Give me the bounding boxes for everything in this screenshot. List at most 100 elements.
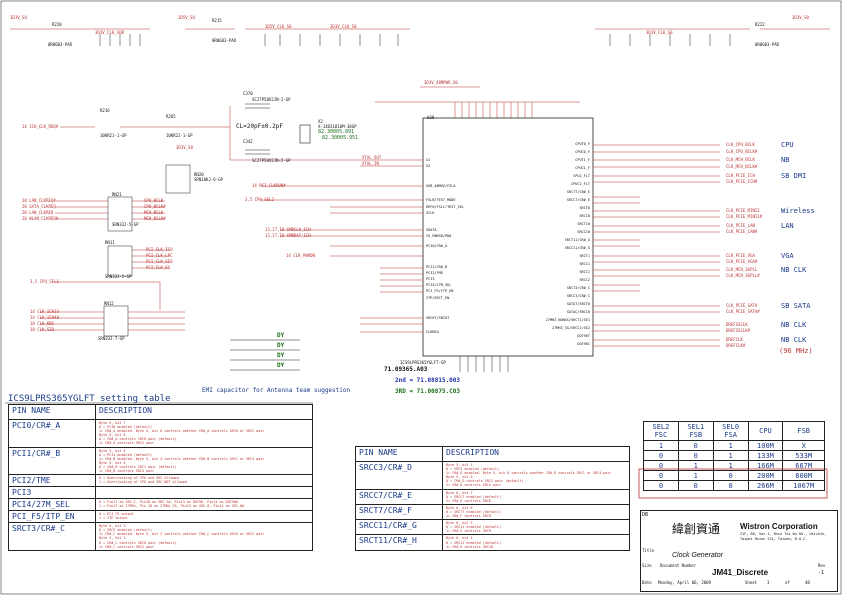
vcc-label: 3D3V_S0 bbox=[176, 145, 193, 150]
right-net-label: CLK_PCIE_ICH# bbox=[726, 179, 758, 184]
ic-pin-label: PCI4/27M_SEL bbox=[426, 283, 452, 287]
bead-2: 0R0603-PAD bbox=[212, 38, 237, 43]
clk-req-3: 20 LAN_CLKREQ bbox=[22, 210, 54, 215]
xtal-out: XTAL_OUT bbox=[362, 155, 382, 160]
ic-third-source: 3RD = 71.00875.C03 bbox=[395, 388, 461, 395]
ic-pin-label: SATAC/SRCC0 bbox=[566, 310, 590, 314]
rn21-net-2: CPU_BCLK# bbox=[144, 204, 166, 209]
pin-name: PCI4/27M_SEL bbox=[8, 498, 96, 512]
ic-pin-label: SRCC1 bbox=[579, 262, 590, 266]
pin-table-row: PCI3 bbox=[8, 486, 313, 500]
ref-rn21: RN21 bbox=[112, 192, 122, 197]
pin-description bbox=[95, 486, 313, 500]
sheet-label: Sheet bbox=[745, 580, 758, 585]
rn21-value: SRN33J-5-GP bbox=[112, 222, 139, 227]
ich-clk-req: 14 ICH_CLK_REQ# bbox=[22, 124, 59, 129]
ic-pin-label: CK_PWRGD/PD# bbox=[426, 234, 452, 238]
ic-pin-label: SRCC2 bbox=[579, 278, 590, 282]
fs-cell: 0 bbox=[643, 460, 679, 471]
size-label: Size bbox=[642, 563, 652, 568]
rn12-net-2: 14 CLK_ICH48 bbox=[30, 315, 59, 320]
ic-pin-label: SRCC3/CR#_C bbox=[566, 294, 590, 298]
fs-row: 0 0 1 133M 533M bbox=[643, 450, 825, 461]
dy-3: DY bbox=[277, 352, 285, 359]
pin-description: Byte 6, bit 6 0 = SRCT7 enabled (default… bbox=[442, 503, 630, 521]
net-3d3v-clk-sub: 3D3V_CLK_SUB bbox=[95, 30, 124, 35]
fs-cell: 800M bbox=[782, 470, 825, 481]
fs-header-line: SEL1 bbox=[687, 423, 705, 431]
rn11-net-1: PCI_CLK_ICH bbox=[146, 247, 173, 252]
ic-ref: U38 bbox=[427, 115, 435, 120]
pin-description: Byte 5, bit 3 0 = SRC3 enabled (default)… bbox=[95, 522, 313, 551]
net-destination: NB CLK bbox=[781, 266, 807, 274]
fs-row: 1 0 1 100M X bbox=[643, 440, 825, 451]
date-value: Monday, April 06, 2009 bbox=[658, 580, 711, 585]
ic-pin-label: X1 bbox=[426, 158, 431, 162]
sheet-of: of bbox=[785, 580, 790, 585]
right-net-label: CLK_PCIE_ICH bbox=[726, 173, 755, 178]
pin-table-row: SRCT7/CR#_F Byte 6, bit 6 0 = SRCT7 enabl… bbox=[355, 503, 630, 521]
schematic-sheet: 3D3V_S0 1D5V_S0 3D3V_S0 R220 R215 R222 0… bbox=[0, 0, 842, 595]
fs-cell: 0 bbox=[677, 440, 714, 451]
net-destination: (96 MHz) bbox=[779, 347, 813, 355]
fs-row: 0 1 0 200M 800M bbox=[643, 470, 825, 481]
crystal-pn2: 82.30005.951 bbox=[322, 135, 359, 141]
pin-name: SRCT11/CR#_H bbox=[355, 534, 443, 551]
right-net-label: CLK_MCH_3GPLL bbox=[726, 267, 758, 272]
pin-table-row: PCI2/TME 0 = Overclocking of CPU and SRC … bbox=[8, 474, 313, 488]
right-net-label: CLK_PCIE_VGA# bbox=[726, 259, 758, 264]
sheet-title: Clock Generator bbox=[672, 552, 723, 559]
net-destination: NB CLK bbox=[781, 321, 807, 329]
doc-number-label: Document Number bbox=[660, 563, 697, 568]
cpu-sel2: 3,5 CPU_SEL2 bbox=[245, 197, 274, 202]
smb-clk: 13,17,18 SMBCLK_ICH bbox=[265, 227, 311, 232]
pin-name: SRCT3/CR#_C bbox=[8, 522, 96, 551]
fs-cell: 0 bbox=[712, 470, 749, 481]
dy-4: DY bbox=[277, 362, 285, 369]
ic-pin-label: PCI_F5/ITP_EN bbox=[426, 289, 454, 293]
fs-header-line: FSB bbox=[689, 431, 703, 439]
ic-pin-label: SDATA bbox=[426, 228, 437, 232]
rn21-net-1: CPU_BCLK bbox=[144, 198, 164, 203]
clk-req-2: 20 SATA_CLKREQ bbox=[22, 204, 56, 209]
pin-name: PCI_F5/ITP_EN bbox=[8, 510, 96, 524]
pin-name: SRCC11/CR#_G bbox=[355, 519, 443, 536]
pin-name: SRCT7/CR#_F bbox=[355, 503, 443, 521]
fs-select-table: SEL2 FSC SEL1 FSB SEL0 FSA CPU FSB 1 0 1 100M X 0 0 1 1… bbox=[643, 421, 825, 491]
pin-table-row: PCI0/CR#_A Byte 5, bit 7 0 = PCI0 enabled… bbox=[8, 419, 313, 448]
fs-cell: 1067M bbox=[782, 480, 825, 491]
net-destination: NB CLK bbox=[781, 336, 807, 344]
smb-dat: 13,17,18 SMBDAT_ICH bbox=[265, 233, 311, 238]
ic-part: ICS9LPRS365YGLFT-GP bbox=[400, 360, 446, 365]
title-block-code: DB bbox=[642, 512, 649, 518]
pin-table-row: SRCC7/CR#_E Byte 6, bit 7 0 = SRCC7 enabl… bbox=[355, 488, 630, 505]
fs-cell: 0 bbox=[643, 470, 679, 481]
pin-description: 0 = Overclocking of CPU and SRC Allowed … bbox=[95, 474, 313, 488]
clk-pwrdn: 14 CLK_PWRDN bbox=[286, 253, 315, 258]
fs-cell: 0 bbox=[712, 480, 749, 491]
pin-table-row: PCI1/CR#_B Byte 5, bit 5 0 = PCI1 enabled… bbox=[8, 446, 313, 476]
pin-table-header-name: PIN NAME bbox=[8, 404, 96, 420]
net-3d3v-clk: 3D3V_CLK_S0 bbox=[330, 24, 357, 29]
fs-header: FSB bbox=[782, 421, 825, 441]
rn12-net-4: 18 CLK_SIO bbox=[30, 327, 55, 332]
fs-row: 0 0 0 266M 1067M bbox=[643, 480, 825, 491]
fs-cell: 1 bbox=[677, 460, 714, 471]
ref-r222: R222 bbox=[755, 22, 765, 27]
load-cap-note: CL=20pF±0.2pF bbox=[236, 123, 283, 130]
fs-cell: 667M bbox=[782, 460, 825, 471]
fs-cell: 166M bbox=[747, 460, 784, 471]
pin-description: Byte 6, bit 7 0 = SRCC7 enabled (default… bbox=[442, 488, 630, 505]
pin-table-row: SRCC3/CR#_D Byte 5, bit 1 0 = SRC3 enable… bbox=[355, 461, 630, 490]
cpu-sel1: 3,5 CPU_SEL1 bbox=[30, 279, 59, 284]
pin-name: PCI2/TME bbox=[8, 474, 96, 488]
pin-table2-header-name: PIN NAME bbox=[355, 446, 443, 462]
ref-rn11: RN11 bbox=[105, 240, 115, 245]
right-net-label: DREFSSCLK# bbox=[726, 328, 751, 333]
ic-pin-label: X2 bbox=[426, 164, 431, 168]
ic-pin-label: SRCT7/CR#_E bbox=[566, 190, 590, 194]
fs-header-line: SEL0 bbox=[722, 423, 740, 431]
right-net-label: CLK_CPU_BCLK bbox=[726, 142, 755, 147]
fs-cell: 1 bbox=[643, 440, 679, 451]
clk-req-4: 20 WLAN_CLKREQ# bbox=[22, 216, 59, 221]
